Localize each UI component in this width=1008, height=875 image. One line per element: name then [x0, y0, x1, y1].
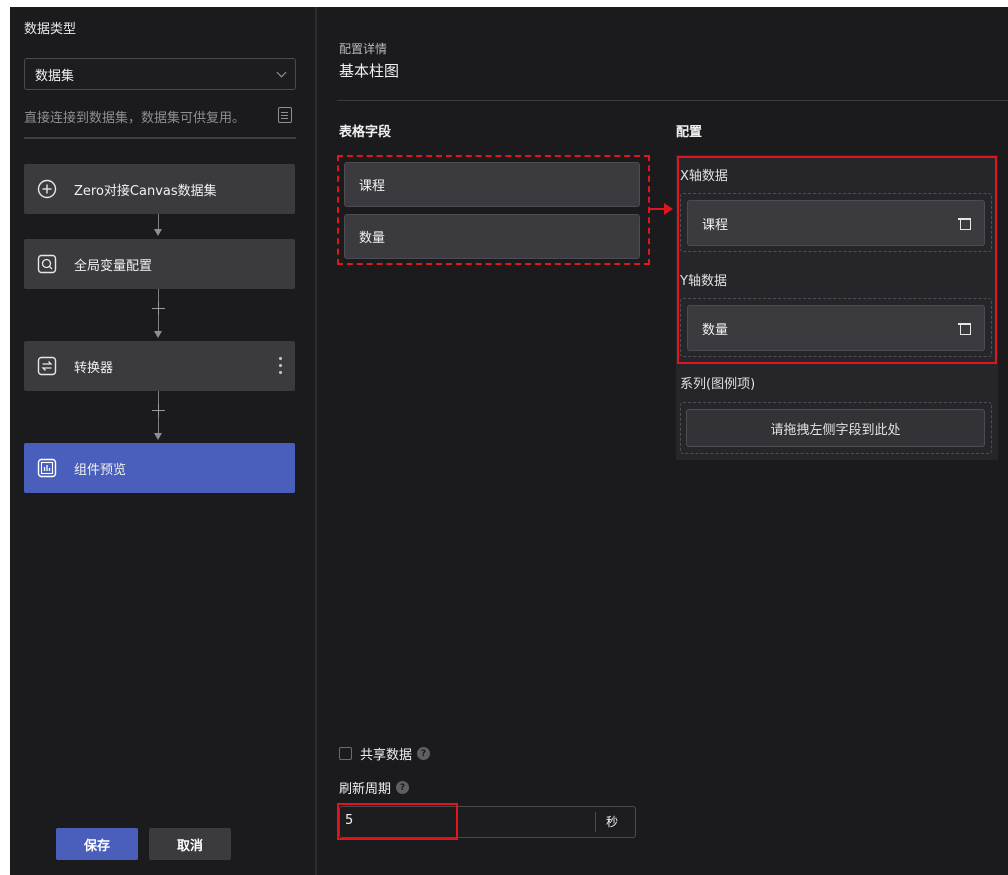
chart-preview-icon: [36, 457, 58, 479]
global-variable-icon: [36, 253, 58, 275]
refresh-period-label: 刷新周期: [339, 782, 392, 797]
help-icon[interactable]: ?: [396, 781, 410, 794]
save-button[interactable]: 保存: [56, 828, 138, 860]
step-label: 转换器: [74, 360, 114, 376]
help-icon[interactable]: ?: [417, 747, 431, 760]
section-divider: [24, 137, 296, 139]
arrow-down-icon: [154, 229, 162, 236]
chevron-down-icon: [276, 67, 287, 77]
step-component-preview[interactable]: 组件预览: [24, 443, 295, 493]
arrow-down-icon: [154, 331, 162, 338]
series-label: 系列(图例项): [680, 377, 756, 392]
step-label: 全局变量配置: [74, 258, 153, 274]
arrow-down-icon: [154, 433, 162, 440]
input-separator: [595, 812, 596, 832]
add-step-icon[interactable]: [152, 404, 165, 417]
header-divider: [337, 100, 1008, 101]
panel-divider: [315, 7, 317, 875]
step-global-variables[interactable]: 全局变量配置: [24, 239, 295, 289]
table-fields-highlight: [337, 155, 650, 265]
step-label: 组件预览: [74, 462, 127, 478]
table-fields-title: 表格字段: [339, 125, 392, 140]
share-data-row[interactable]: 共享数据 ?: [339, 744, 431, 763]
config-subtitle: 配置详情: [339, 42, 388, 56]
series-placeholder[interactable]: 请拖拽左侧字段到此处: [686, 409, 985, 447]
step-label: Zero对接Canvas数据集: [74, 183, 217, 199]
share-data-checkbox[interactable]: [339, 747, 352, 760]
cancel-button[interactable]: 取消: [149, 828, 231, 860]
share-data-label: 共享数据: [360, 748, 413, 763]
add-step-icon[interactable]: [152, 302, 165, 315]
converter-icon: [36, 355, 58, 377]
data-type-select[interactable]: 数据集: [24, 58, 296, 90]
step-dataset[interactable]: Zero对接Canvas数据集: [24, 164, 295, 214]
arrow-right-icon: [664, 203, 673, 215]
document-icon[interactable]: [278, 107, 292, 123]
axis-config-highlight: [677, 156, 997, 364]
data-type-label: 数据类型: [24, 22, 77, 37]
connector-line: [158, 214, 159, 229]
refresh-period-row: 刷新周期 ?: [339, 778, 410, 797]
data-type-description: 直接连接到数据集，数据集可供复用。: [24, 111, 246, 126]
config-title: 基本柱图: [339, 62, 400, 80]
config-section-title: 配置: [676, 125, 703, 140]
more-options-icon[interactable]: [279, 357, 283, 375]
data-type-select-value: 数据集: [35, 68, 75, 84]
refresh-period-unit: 秒: [606, 815, 619, 829]
refresh-value-highlight: [337, 803, 458, 840]
step-converter[interactable]: 转换器: [24, 341, 295, 391]
plus-circle-icon: [36, 178, 58, 200]
